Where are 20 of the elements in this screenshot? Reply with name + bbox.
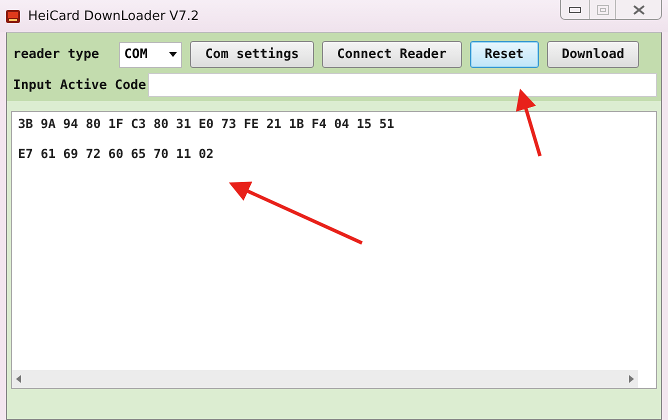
toolbar-button[interactable]: Download: [546, 41, 640, 68]
close-icon: [632, 4, 644, 14]
output-line: E7 61 69 72 60 65 70 11 02: [18, 146, 215, 161]
output-line: 3B 9A 94 80 1F C3 80 31 E0 73 FE 21 1B F4 04 15 51: [18, 116, 396, 131]
annotation-arrow: [516, 88, 542, 156]
active-code-label: Input Active Code: [13, 78, 146, 92]
scroll-left-icon[interactable]: [16, 375, 21, 383]
toolbar-button[interactable]: Com settings: [190, 41, 314, 68]
minimize-icon: [569, 6, 581, 12]
toolbar-button[interactable]: Reset: [470, 41, 539, 68]
toolbar-button[interactable]: Connect Reader: [322, 41, 462, 68]
scroll-right-icon[interactable]: [629, 375, 634, 383]
maximize-icon: [596, 4, 608, 14]
app-icon: [4, 7, 22, 25]
active-code-field[interactable]: [148, 73, 657, 97]
horizontal-scrollbar[interactable]: [12, 370, 638, 388]
reader-type-dropdown[interactable]: COM: [119, 42, 182, 68]
reader-type-label: reader type: [13, 47, 100, 62]
window-title: HeiCard DownLoader V7.2: [28, 8, 200, 24]
caret-icon: [169, 52, 178, 57]
